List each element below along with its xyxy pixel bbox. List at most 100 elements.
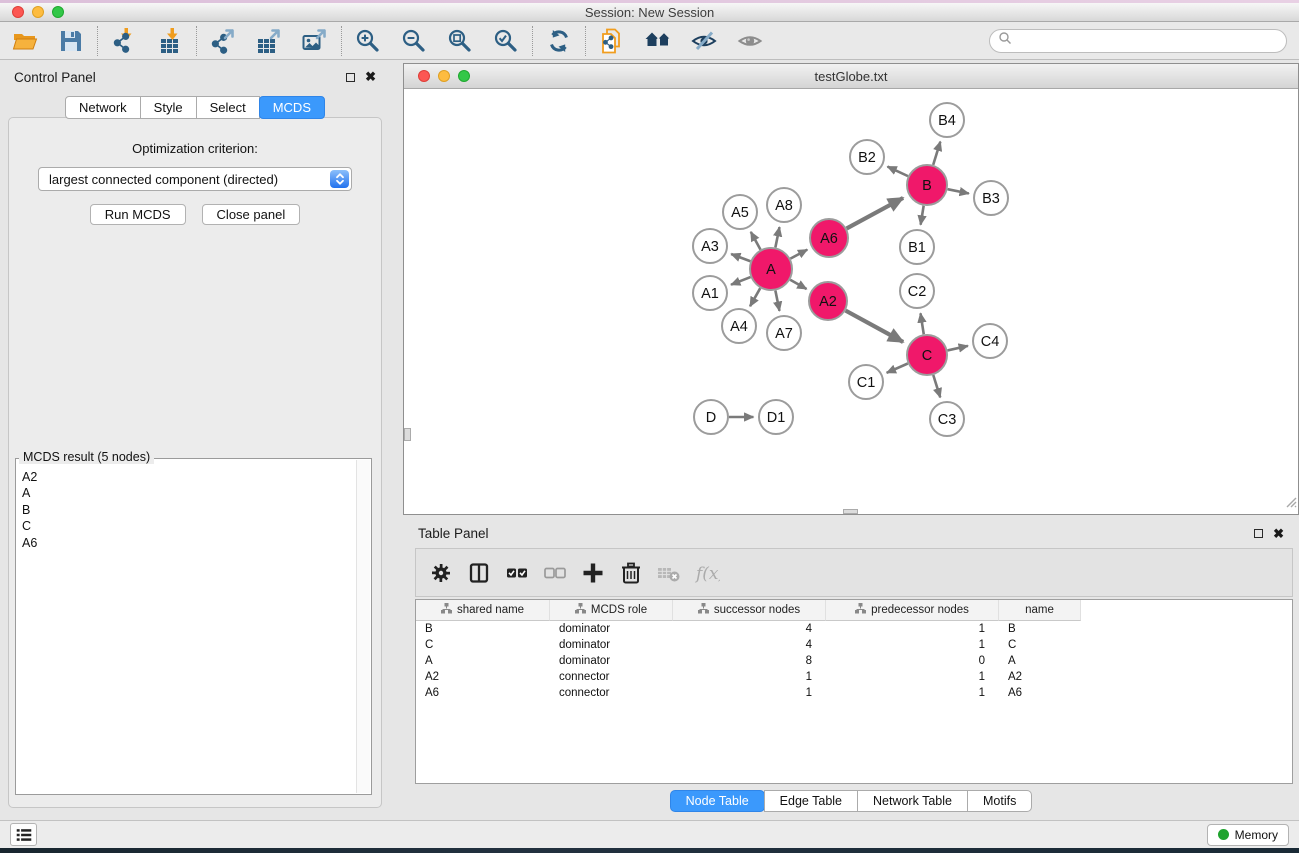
result-item[interactable]: A6 [22,535,355,551]
close-panel-button[interactable]: Close panel [202,204,301,225]
export-image-icon[interactable] [302,28,328,54]
close-table-panel-icon[interactable]: ✖ [1273,529,1284,539]
new-network-doc-icon[interactable] [599,28,625,54]
plus-icon[interactable] [580,560,606,586]
cell-name[interactable]: A6 [999,687,1081,699]
cell-MCDS-role[interactable]: dominator [550,655,673,667]
edge-A-A4[interactable] [750,288,760,306]
edge-C-C1[interactable] [887,363,908,372]
cell-MCDS-role[interactable]: connector [550,687,673,699]
result-item[interactable]: A2 [22,469,355,485]
cell-successor-nodes[interactable]: 1 [673,671,826,683]
edge-B-B4[interactable] [933,142,940,165]
edge-A-A8[interactable] [775,227,779,247]
cell-shared-name[interactable]: A [416,655,550,667]
refresh-icon[interactable] [546,28,572,54]
tab-edge-table[interactable]: Edge Table [764,790,858,812]
gear-icon[interactable] [428,560,454,586]
cell-name[interactable]: C [999,639,1081,651]
cell-predecessor-nodes[interactable]: 1 [826,687,999,699]
criterion-dropdown[interactable]: largest connected component (directed) [38,167,352,191]
tab-network[interactable]: Network [65,96,141,119]
import-table-icon[interactable] [157,28,183,54]
cell-MCDS-role[interactable]: connector [550,671,673,683]
network-graph[interactable]: B4B2BB3A8A5A6A3B1AC2A1A2A4A7C4CC1DD1C3 [404,89,1298,514]
float-table-panel-icon[interactable] [1254,529,1263,538]
tab-network-table[interactable]: Network Table [857,790,968,812]
app-titlebar[interactable]: Session: New Session [0,3,1299,22]
save-floppy-icon[interactable] [58,28,84,54]
column-header-shared-name[interactable]: shared name [416,600,550,621]
import-network-icon[interactable] [111,28,137,54]
float-panel-icon[interactable] [346,73,355,82]
cell-name[interactable]: A [999,655,1081,667]
tab-node-table[interactable]: Node Table [670,790,765,812]
edge-A-A1[interactable] [731,277,750,285]
table-row[interactable]: Adominator80A [416,653,1292,669]
cell-shared-name[interactable]: A6 [416,687,550,699]
search-input[interactable] [1012,34,1278,48]
cell-successor-nodes[interactable]: 4 [673,623,826,635]
edge-A-A6[interactable] [790,250,807,259]
export-network-icon[interactable] [210,28,236,54]
cell-shared-name[interactable]: B [416,623,550,635]
table-row[interactable]: Cdominator41C [416,637,1292,653]
column-header-name[interactable]: name [999,600,1081,621]
houses-icon[interactable] [645,28,671,54]
table-row[interactable]: A2connector11A2 [416,669,1292,685]
checked-boxes-icon[interactable] [504,560,530,586]
edge-B-B3[interactable] [948,189,969,193]
cell-predecessor-nodes[interactable]: 1 [826,639,999,651]
export-table-icon[interactable] [256,28,282,54]
zoom-fit-icon[interactable] [447,28,473,54]
table-row[interactable]: A6connector11A6 [416,685,1292,701]
left-splitter-handle[interactable] [404,428,411,441]
network-window-titlebar[interactable]: testGlobe.txt [404,64,1298,89]
cell-shared-name[interactable]: C [416,639,550,651]
edge-C-C3[interactable] [933,375,940,397]
edge-A-A7[interactable] [775,291,779,311]
tab-motifs[interactable]: Motifs [967,790,1032,812]
zoom-out-icon[interactable] [401,28,427,54]
edge-C-C2[interactable] [920,313,923,334]
cell-shared-name[interactable]: A2 [416,671,550,683]
result-item[interactable]: B [22,502,355,518]
edge-A-A2[interactable] [790,280,806,289]
result-item[interactable]: A [22,485,355,501]
eye-icon[interactable] [737,28,763,54]
dropdown-stepper-icon[interactable] [330,170,349,188]
tab-style[interactable]: Style [140,96,197,119]
mcds-result-list[interactable]: A2ABCA6 [18,461,355,792]
zoom-selected-icon[interactable] [493,28,519,54]
result-item[interactable]: C [22,518,355,534]
memory-button[interactable]: Memory [1207,824,1289,846]
run-mcds-button[interactable]: Run MCDS [90,204,186,225]
close-panel-icon[interactable]: ✖ [365,72,376,82]
open-folder-icon[interactable] [12,28,38,54]
column-header-predecessor-nodes[interactable]: predecessor nodes [826,600,999,621]
unchecked-boxes-icon[interactable] [542,560,568,586]
edge-B-B2[interactable] [887,167,907,177]
cell-successor-nodes[interactable]: 1 [673,687,826,699]
cell-name[interactable]: B [999,623,1081,635]
tab-select[interactable]: Select [196,96,260,119]
zoom-in-icon[interactable] [355,28,381,54]
columns-icon[interactable] [466,560,492,586]
cell-predecessor-nodes[interactable]: 0 [826,655,999,667]
cell-predecessor-nodes[interactable]: 1 [826,671,999,683]
column-header-MCDS-role[interactable]: MCDS role [550,600,673,621]
resize-grip-icon[interactable] [1284,495,1297,513]
edge-A-A5[interactable] [751,232,761,250]
result-scrollbar[interactable] [356,460,370,793]
edge-A2-C[interactable] [846,311,904,342]
node-table[interactable]: shared nameMCDS rolesuccessor nodesprede… [415,599,1293,784]
cell-MCDS-role[interactable]: dominator [550,639,673,651]
task-list-button[interactable] [10,823,37,846]
tab-mcds[interactable]: MCDS [259,96,325,119]
slashed-eye-icon[interactable] [691,28,717,54]
cell-predecessor-nodes[interactable]: 1 [826,623,999,635]
network-canvas[interactable]: B4B2BB3A8A5A6A3B1AC2A1A2A4A7C4CC1DD1C3 [404,89,1298,514]
bottom-splitter-handle[interactable] [843,509,858,514]
cell-MCDS-role[interactable]: dominator [550,623,673,635]
table-row[interactable]: Bdominator41B [416,621,1292,637]
